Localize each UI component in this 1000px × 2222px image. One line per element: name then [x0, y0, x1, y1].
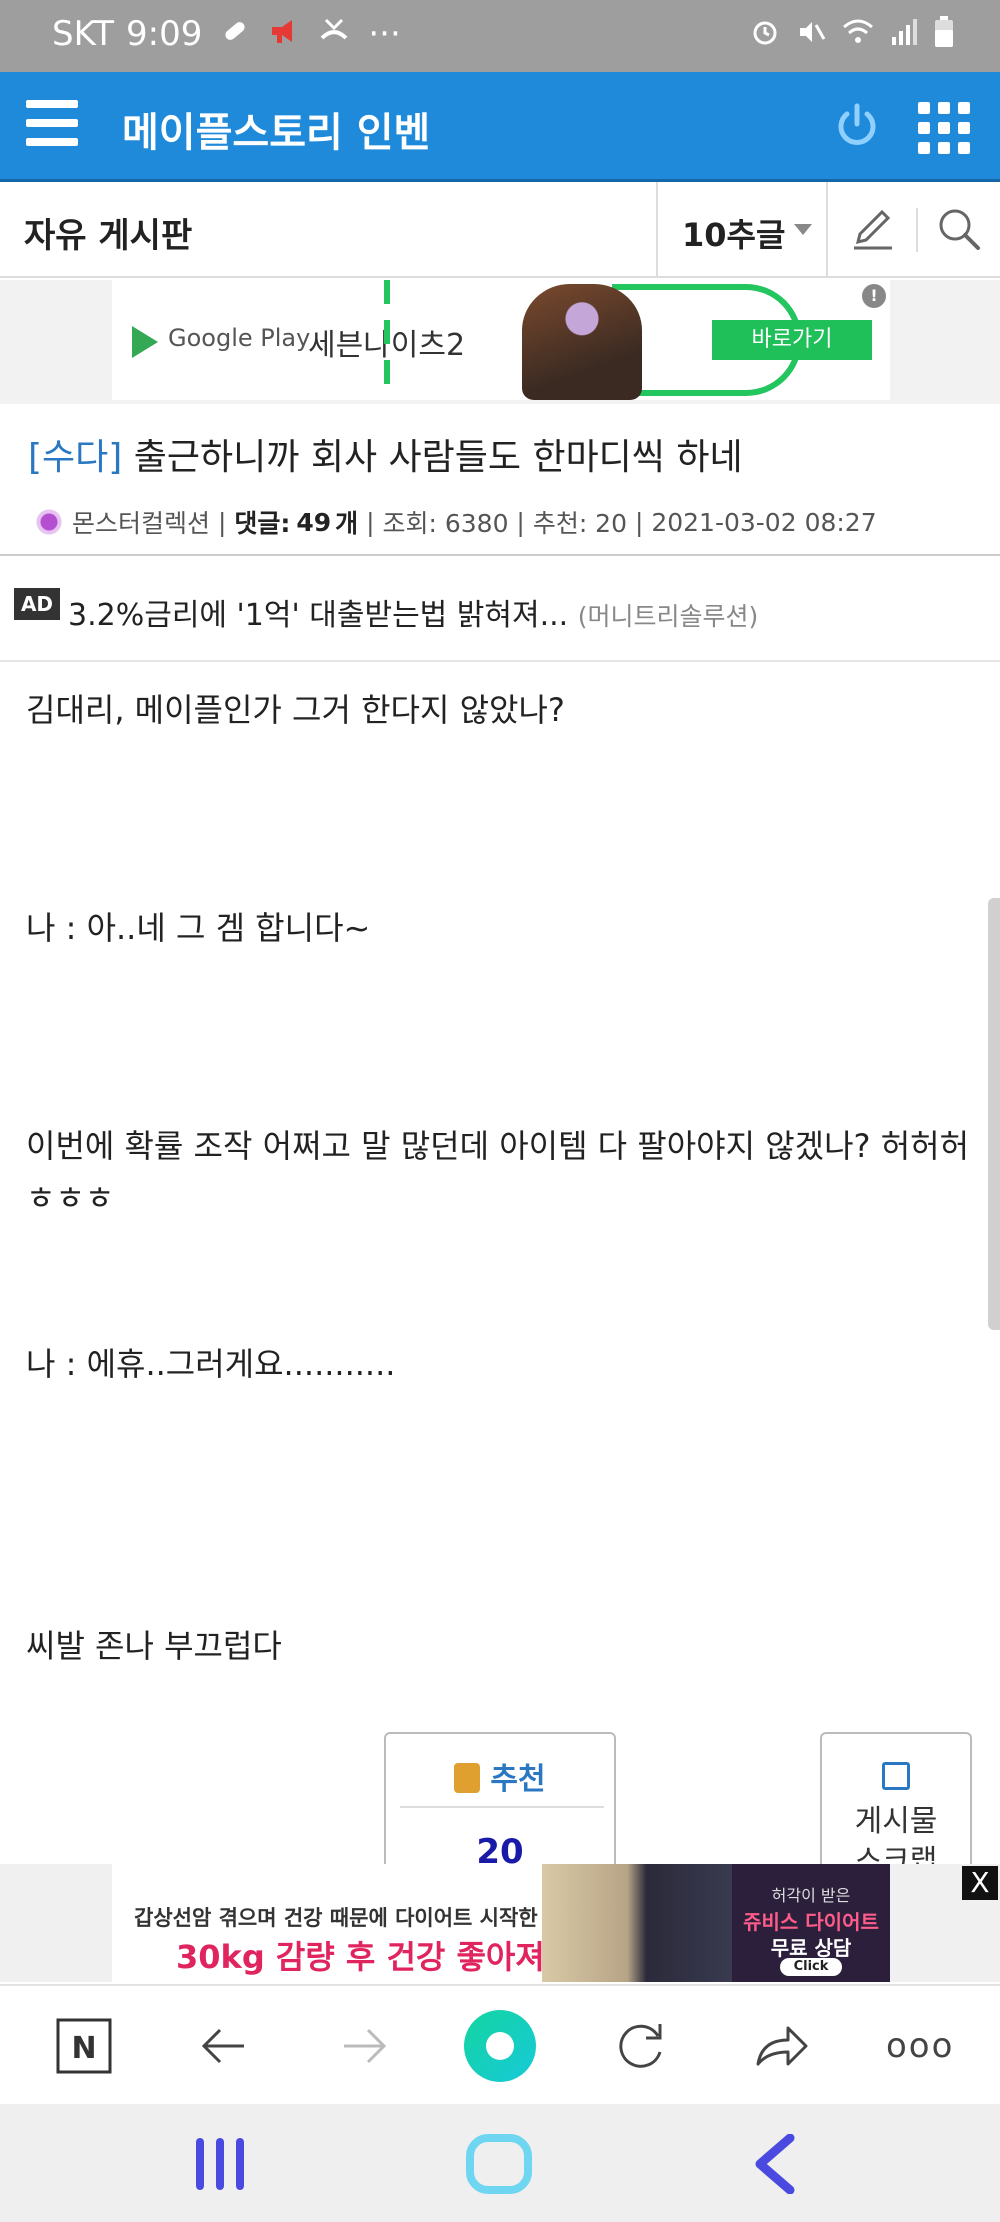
ad-bottom-photo	[542, 1864, 732, 1982]
ad-panel-text: 허각이 받은	[771, 1886, 851, 1905]
ad-close-button[interactable]: X	[962, 1866, 998, 1900]
meta-separator: |	[627, 507, 652, 537]
ad-bottom-line1: 갑상선암 겪으며 건강 때문에 다이어트 시작한 허각!	[134, 1906, 594, 1930]
thumbs-up-icon	[454, 1763, 481, 1793]
ad-store-label: Google Play	[168, 324, 311, 352]
board-bar: 자유 게시판 10추글	[0, 182, 1000, 278]
body-paragraph: 이번에 확률 조작 어쩌고 말 많던데 아이템 다 팔아야지 않겠나? 허허허 …	[26, 1127, 970, 1217]
post-views: 조회: 6380	[382, 509, 509, 538]
more-menu-icon[interactable]: ooo	[886, 2014, 952, 2078]
body-paragraph: 씨발 존나 부끄럽다	[26, 1627, 282, 1665]
post-datetime: 2021-03-02 08:27	[651, 507, 877, 537]
post-meta: 몬스터컬렉션 | 댓글: 49 개 | 조회: 6380 | 추천: 20 | …	[36, 504, 877, 540]
ad-panel-text: 쥬비스 다이어트	[743, 1910, 879, 1934]
ad-character-image	[522, 284, 642, 400]
app-title[interactable]: 메이플스토리 인벤	[122, 100, 430, 158]
power-icon[interactable]	[832, 100, 882, 150]
pill-icon	[220, 16, 250, 52]
scrap-button[interactable]: 게시물 스크랩	[820, 1732, 972, 1872]
ad-banner-bottom: 갑상선암 겪으며 건강 때문에 다이어트 시작한 허각! 30kg 감량 후 건…	[0, 1864, 1000, 1982]
post-title: [수다] 출근하니까 회사 사람들도 한마디씩 하네	[28, 428, 743, 480]
ad-text-link[interactable]: 3.2%금리에 '1억' 대출받는법 밝혀져... (머니트리솔루션)	[68, 590, 758, 634]
forward-arrow-icon[interactable]	[332, 2014, 396, 2078]
body-paragraph: 나 : 에휴..그러게요...........	[26, 1345, 396, 1383]
search-icon[interactable]	[934, 204, 984, 254]
ad-decoration	[384, 280, 390, 400]
author-level-icon	[36, 509, 62, 535]
ad-bottom-line2: 30kg 감량 후 건강 좋아져!	[176, 1938, 560, 1976]
meta-separator: |	[358, 507, 383, 537]
alarm-icon	[750, 17, 780, 53]
ad-badge: AD	[14, 588, 60, 620]
back-arrow-icon[interactable]	[192, 2014, 256, 2078]
post-author[interactable]: 몬스터컬렉션	[72, 504, 210, 540]
comments-unit: 개	[335, 509, 359, 538]
ad-headline: 3.2%금리에 '1억' 대출받는법 밝혀져...	[68, 598, 569, 633]
apps-grid-icon[interactable]	[918, 102, 970, 154]
body-paragraph: 나 : 아..네 그 겜 합니다~	[26, 909, 371, 947]
refresh-icon[interactable]	[608, 2014, 672, 2078]
comments-label: 댓글:	[234, 509, 291, 538]
clock: 9:09	[126, 14, 203, 54]
scrap-label: 게시물 스크랩	[854, 1804, 938, 1872]
system-nav-bar	[0, 2104, 1000, 2222]
recents-icon[interactable]	[190, 2134, 250, 2198]
body-paragraph: 김대리, 메이플인가 그거 한다지 않았나?	[26, 691, 565, 729]
scrap-icon	[882, 1762, 910, 1790]
ad-source: (머니트리솔루션)	[577, 602, 759, 631]
signal-icon	[890, 17, 918, 53]
recommend-label: 추천	[386, 1754, 614, 1798]
write-pencil-icon[interactable]	[848, 204, 898, 254]
meta-separator: |	[508, 507, 533, 537]
chevron-down-icon	[794, 224, 812, 235]
post-header: [수다] 출근하니까 회사 사람들도 한마디씩 하네 몬스터컬렉션 | 댓글: …	[0, 406, 1000, 556]
ad-bottom-panel: 허각이 받은 쥬비스 다이어트 무료 상담 Click	[732, 1864, 890, 1982]
svg-text:N: N	[71, 2031, 96, 2066]
carrier-label: SKT	[52, 14, 115, 54]
wifi-icon	[842, 17, 874, 53]
missed-call-icon	[318, 16, 350, 52]
ad-panel-text: 무료 상담	[770, 1936, 852, 1960]
ad-banner-bottom-link[interactable]: 갑상선암 겪으며 건강 때문에 다이어트 시작한 허각! 30kg 감량 후 건…	[112, 1864, 890, 1982]
home-icon[interactable]	[464, 2134, 534, 2198]
home-ring-icon[interactable]	[464, 2010, 536, 2082]
ad-cta-button[interactable]: 바로가기	[712, 320, 872, 360]
mute-icon	[796, 17, 826, 53]
back-icon[interactable]	[750, 2133, 800, 2198]
comments-count[interactable]: 49	[296, 508, 331, 537]
status-bar: SKT 9:09 ···	[0, 0, 1000, 72]
meta-separator: |	[210, 507, 235, 537]
menu-icon[interactable]	[26, 100, 78, 146]
ad-click-button[interactable]: Click	[780, 1958, 842, 1976]
post-recommends: 추천: 20	[532, 509, 627, 538]
ad-info-icon[interactable]: !	[862, 284, 886, 308]
post-title-text: 출근하니까 회사 사람들도 한마디씩 하네	[133, 437, 743, 478]
recommend-divider	[400, 1806, 604, 1808]
ad-text-row[interactable]: AD 3.2%금리에 '1억' 대출받는법 밝혀져... (머니트리솔루션)	[0, 560, 1000, 662]
ad-banner-top: Google Play 세븐나이츠2 바로가기 !	[0, 280, 1000, 404]
google-play-logo-icon	[132, 326, 158, 358]
browser-toolbar: N ooo	[0, 1984, 1000, 2104]
sort-dropdown-label: 10추글	[682, 216, 786, 254]
post-category[interactable]: [수다]	[28, 437, 122, 478]
battery-icon	[934, 16, 954, 54]
share-icon[interactable]	[748, 2014, 812, 2078]
recommend-button[interactable]: 추천 20	[384, 1732, 616, 1872]
sort-dropdown[interactable]: 10추글	[656, 182, 828, 276]
toolbar-divider	[916, 208, 918, 252]
more-notifications: ···	[368, 14, 401, 54]
scrollbar-thumb[interactable]	[988, 898, 1000, 1330]
megaphone-icon	[268, 16, 300, 52]
app-bar: 메이플스토리 인벤	[0, 72, 1000, 182]
n-app-button[interactable]: N	[52, 2014, 116, 2078]
board-title[interactable]: 자유 게시판	[24, 208, 192, 257]
ad-banner-top-link[interactable]: Google Play 세븐나이츠2 바로가기 !	[112, 280, 890, 400]
